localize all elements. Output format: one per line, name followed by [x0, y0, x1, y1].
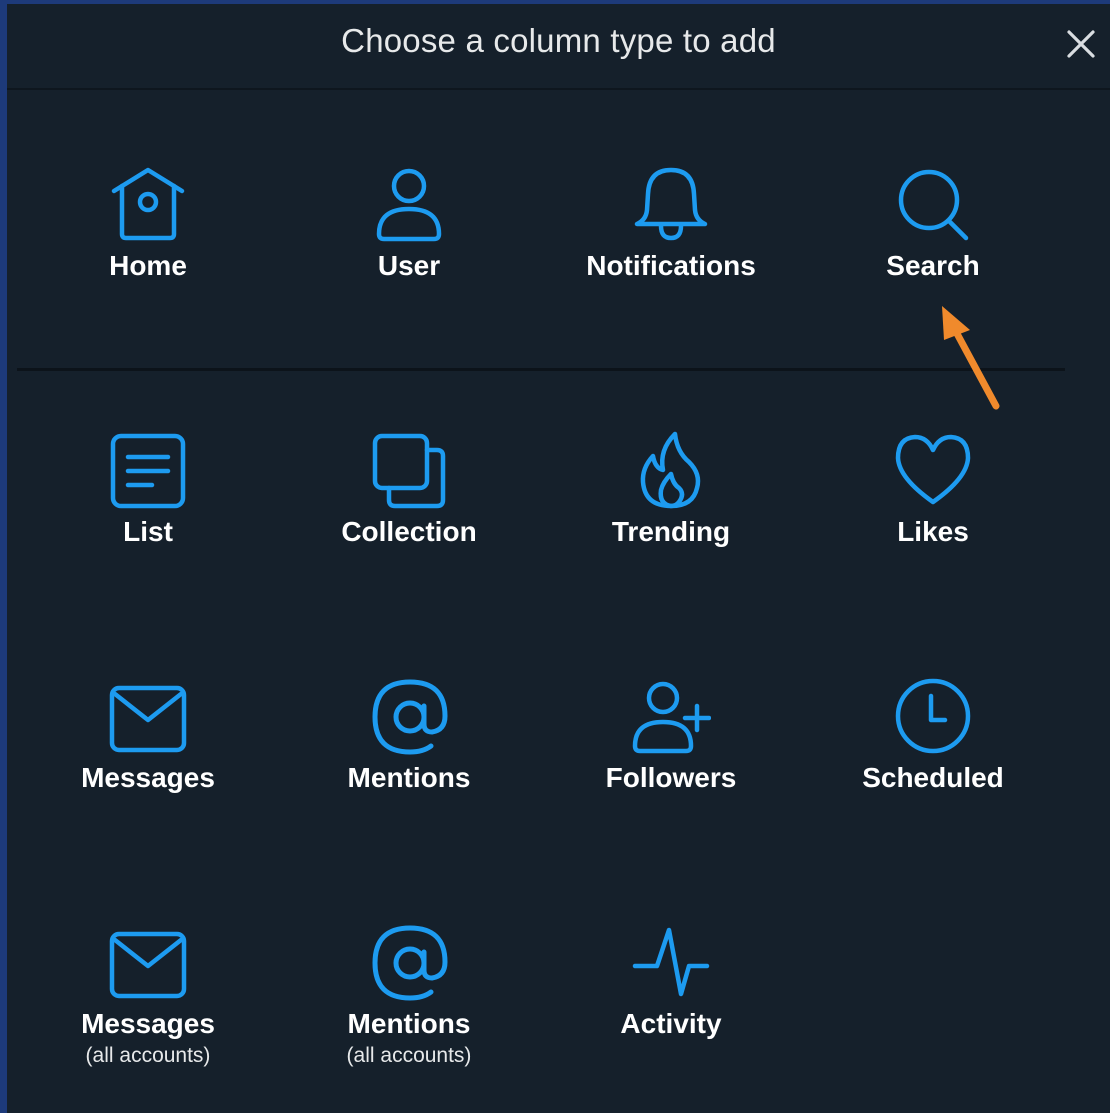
at-icon: [369, 922, 449, 1002]
user-icon: [369, 164, 449, 244]
column-sublabel: (all accounts): [346, 1044, 472, 1067]
column-option-search[interactable]: Search: [813, 164, 1053, 314]
envelope-icon: [108, 676, 188, 756]
column-label: Activity: [620, 1008, 722, 1039]
column-option-messages[interactable]: Messages: [28, 676, 268, 826]
envelope-icon: [108, 922, 188, 1002]
user-plus-icon: [631, 676, 711, 756]
add-column-dialog: Choose a column type to add Home User No…: [7, 4, 1110, 1113]
column-option-activity[interactable]: Activity: [551, 922, 791, 1072]
search-icon: [893, 164, 973, 244]
column-label: Search: [886, 250, 980, 281]
dialog-frame: Choose a column type to add Home User No…: [0, 0, 1110, 1113]
collection-icon: [369, 430, 449, 510]
flame-icon: [631, 430, 711, 510]
clock-icon: [893, 676, 973, 756]
column-label: Mentions: [347, 762, 471, 793]
column-label: Likes: [897, 516, 969, 547]
list-icon: [108, 430, 188, 510]
column-option-notifications[interactable]: Notifications: [551, 164, 791, 314]
at-icon: [369, 676, 449, 756]
column-label: Mentions: [347, 1008, 471, 1039]
home-icon: [108, 164, 188, 244]
close-icon: [1067, 30, 1095, 58]
column-option-scheduled[interactable]: Scheduled: [813, 676, 1053, 826]
column-option-likes[interactable]: Likes: [813, 430, 1053, 580]
dialog-header: Choose a column type to add: [7, 4, 1110, 90]
heart-icon: [893, 430, 973, 510]
column-option-trending[interactable]: Trending: [551, 430, 791, 580]
column-option-user[interactable]: User: [289, 164, 529, 314]
column-label: Messages: [81, 1008, 215, 1039]
column-option-home[interactable]: Home: [28, 164, 268, 314]
column-label: Trending: [611, 516, 731, 547]
column-label: Messages: [81, 762, 215, 793]
annotation-arrow-icon: [942, 306, 1000, 410]
column-sublabel: (all accounts): [85, 1044, 211, 1067]
column-label: Notifications: [586, 250, 756, 281]
column-option-followers[interactable]: Followers: [551, 676, 791, 826]
bell-icon: [631, 164, 711, 244]
section-divider: [17, 368, 1065, 371]
column-label: List: [123, 516, 173, 547]
column-option-list[interactable]: List: [28, 430, 268, 580]
column-option-collection[interactable]: Collection: [289, 430, 529, 580]
column-option-mentions-all-accounts[interactable]: Mentions (all accounts): [289, 922, 529, 1072]
column-label: Followers: [605, 762, 737, 793]
column-label: Collection: [341, 516, 477, 547]
column-label: User: [377, 250, 441, 281]
close-button[interactable]: [1063, 26, 1099, 62]
dialog-title: Choose a column type to add: [341, 22, 776, 59]
column-label: Home: [109, 250, 187, 281]
column-option-mentions[interactable]: Mentions: [289, 676, 529, 826]
activity-icon: [631, 922, 711, 1002]
column-option-messages-all-accounts[interactable]: Messages (all accounts): [28, 922, 268, 1072]
column-label: Scheduled: [862, 762, 1004, 793]
